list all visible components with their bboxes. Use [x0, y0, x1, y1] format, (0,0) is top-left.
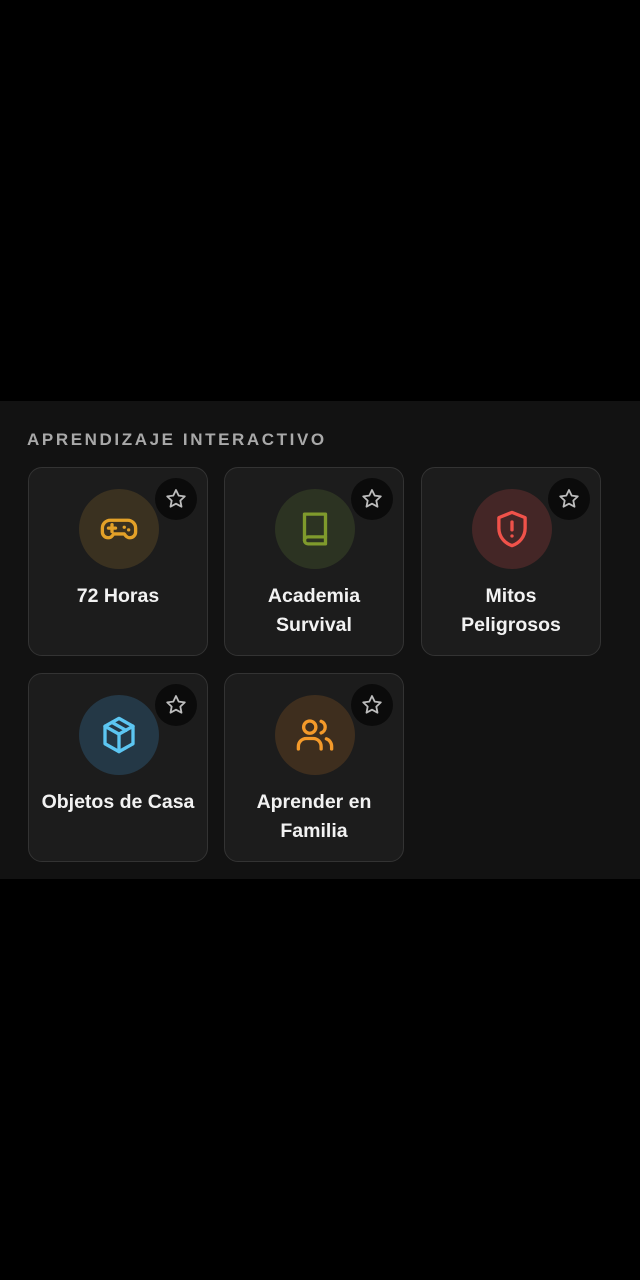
card-label: Objetos de Casa [41, 791, 195, 813]
card-mitos-peligrosos[interactable]: Mitos Peligrosos [421, 467, 601, 656]
section-title: APRENDIZAJE INTERACTIVO [27, 430, 327, 449]
gamepad-icon [100, 518, 138, 540]
favorite-button[interactable] [351, 478, 393, 520]
shield-alert-icon [497, 510, 527, 548]
card-aprender-en-familia[interactable]: Aprender en Familia [224, 673, 404, 862]
card-label: 72 Horas [76, 585, 160, 607]
card-academia-survival[interactable]: Academia Survival [224, 467, 404, 656]
star-icon [166, 695, 186, 714]
card-label: Mitos Peligrosos [461, 585, 561, 636]
card-icon-circle [275, 489, 355, 569]
star-icon [559, 489, 579, 508]
users-icon [296, 719, 334, 751]
favorite-button[interactable] [548, 478, 590, 520]
favorite-button[interactable] [155, 478, 197, 520]
favorite-button[interactable] [155, 684, 197, 726]
star-icon [362, 489, 382, 508]
box-icon [103, 716, 135, 754]
card-objetos-de-casa[interactable]: Objetos de Casa [28, 673, 208, 862]
star-icon [362, 695, 382, 714]
card-icon-circle [79, 695, 159, 775]
card-label: Aprender en Familia [256, 791, 372, 842]
card-72-horas[interactable]: 72 Horas [28, 467, 208, 656]
star-icon [166, 489, 186, 508]
card-icon-circle [79, 489, 159, 569]
card-icon-circle [472, 489, 552, 569]
book-icon [302, 512, 328, 546]
card-icon-circle [275, 695, 355, 775]
favorite-button[interactable] [351, 684, 393, 726]
card-label: Academia Survival [267, 585, 361, 636]
